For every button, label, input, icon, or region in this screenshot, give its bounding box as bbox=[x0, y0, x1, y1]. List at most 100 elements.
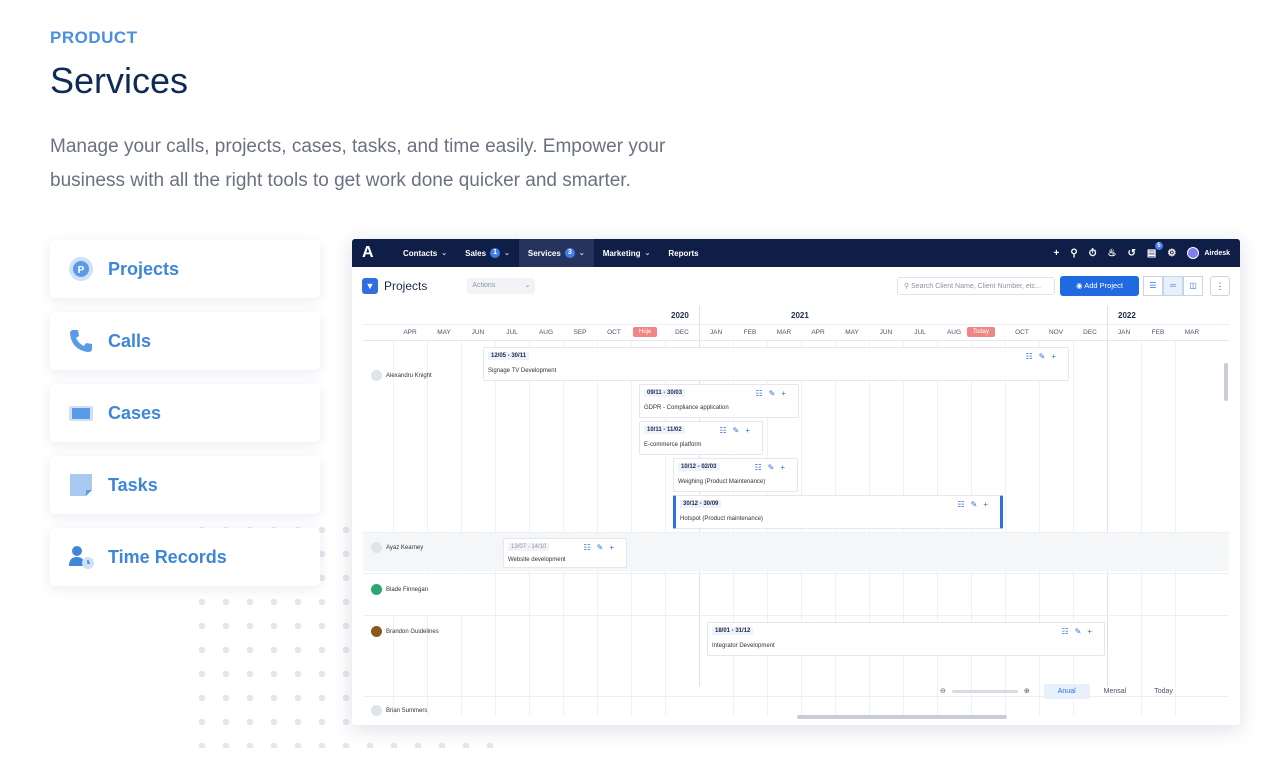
month-label: MAY bbox=[835, 329, 869, 336]
month-label: JAN bbox=[1107, 329, 1141, 336]
nav-services[interactable]: Services3⌄ bbox=[519, 239, 594, 267]
inbox-icon[interactable]: ▤5 bbox=[1147, 248, 1156, 259]
project-bar[interactable]: 18/01 - 31/12Integrator Development☷✎+ bbox=[707, 622, 1105, 656]
avatar bbox=[371, 705, 382, 716]
month-label: MAR bbox=[767, 329, 801, 336]
more-options-button[interactable]: ⋮ bbox=[1210, 276, 1230, 296]
zoom-slider[interactable] bbox=[952, 690, 1018, 693]
zoom-in-icon[interactable]: ⊕ bbox=[1024, 687, 1030, 695]
bar-controls[interactable]: ☷✎+ bbox=[1025, 352, 1062, 361]
feature-tasks[interactable]: Tasks bbox=[50, 456, 320, 514]
gantt-view-button[interactable]: ═ bbox=[1163, 276, 1183, 296]
month-label: APR bbox=[801, 329, 835, 336]
cases-icon bbox=[68, 400, 94, 426]
month-label: FEB bbox=[1141, 329, 1175, 336]
grid-line bbox=[427, 341, 428, 716]
feature-label: Cases bbox=[108, 403, 161, 424]
feature-projects[interactable]: P Projects bbox=[50, 240, 320, 298]
plus-icon[interactable]: + bbox=[1054, 248, 1060, 259]
feature-label: Calls bbox=[108, 331, 151, 352]
grid-line bbox=[1005, 341, 1006, 716]
project-bar[interactable]: 09/11 - 30/03GDPR - Compliance applicati… bbox=[639, 384, 799, 418]
grid-line bbox=[529, 341, 530, 716]
add-project-label: Add Project bbox=[1084, 281, 1123, 290]
month-label: JUN bbox=[869, 329, 903, 336]
list-view-button[interactable]: ☰ bbox=[1143, 276, 1163, 296]
chevron-down-icon: ⌄ bbox=[579, 249, 585, 257]
svg-text:P: P bbox=[78, 265, 85, 276]
search-icon[interactable]: ⚲ bbox=[1070, 248, 1077, 259]
monthly-view-button[interactable]: Mensal bbox=[1090, 684, 1141, 699]
nav-marketing[interactable]: Marketing⌄ bbox=[594, 239, 660, 267]
nav-label: Contacts bbox=[403, 249, 437, 258]
tasks-icon bbox=[68, 472, 94, 498]
section-eyebrow: PRODUCT bbox=[50, 28, 138, 48]
person-row-label[interactable]: Brandon Guidelines bbox=[371, 626, 439, 637]
bell-icon[interactable]: ♨ bbox=[1108, 248, 1117, 259]
feature-time-records[interactable]: Time Records bbox=[50, 528, 320, 586]
avatar bbox=[1187, 247, 1199, 259]
person-name: Brandon Guidelines bbox=[386, 629, 439, 635]
grid-line bbox=[461, 341, 462, 716]
nav-reports[interactable]: Reports bbox=[659, 239, 707, 267]
horizontal-scrollbar[interactable] bbox=[797, 715, 1007, 719]
settings-icon[interactable]: ⚙ bbox=[1167, 248, 1176, 259]
phone-icon bbox=[68, 328, 94, 354]
project-bar[interactable]: 10/12 - 02/03Weighing (Product Maintenan… bbox=[673, 458, 798, 492]
gantt-chart: 2020 2021 2022 APRMAYJUNJULAUGSEPOCTNOVD… bbox=[363, 306, 1229, 716]
timer-icon[interactable]: ⏱ bbox=[1089, 248, 1097, 259]
zoom-out-icon[interactable]: ⊖ bbox=[940, 687, 946, 695]
person-name: Alexandru Knight bbox=[386, 373, 432, 379]
person-row-label[interactable]: Brian Summers bbox=[371, 705, 427, 716]
nav-sales[interactable]: Sales1⌄ bbox=[456, 239, 519, 267]
chevron-down-icon: ⌄ bbox=[504, 249, 510, 257]
bar-controls[interactable]: ☷✎+ bbox=[957, 500, 994, 509]
actions-dropdown[interactable]: Actions⌄ bbox=[467, 278, 535, 294]
today-button[interactable]: Today bbox=[1140, 684, 1187, 699]
airdesk-logo[interactable]: A bbox=[362, 245, 376, 261]
feature-calls[interactable]: Calls bbox=[50, 312, 320, 370]
person-row-label[interactable]: Ayaz Kearney bbox=[371, 542, 423, 553]
count-badge: 3 bbox=[565, 248, 575, 258]
grid-line bbox=[495, 341, 496, 716]
bar-controls[interactable]: ☷✎+ bbox=[754, 463, 791, 472]
month-label: JAN bbox=[699, 329, 733, 336]
bar-controls[interactable]: ☷✎+ bbox=[583, 543, 620, 552]
bar-name: E-commerce platform bbox=[644, 442, 701, 448]
grid-line bbox=[1107, 306, 1108, 686]
history-icon[interactable]: ↺ bbox=[1128, 248, 1136, 259]
search-input[interactable]: ⚲ Search Client Name, Client Number, etc… bbox=[897, 277, 1055, 295]
person-row-label[interactable]: Alexandru Knight bbox=[371, 370, 432, 381]
bar-controls[interactable]: ☷✎+ bbox=[719, 426, 756, 435]
vertical-scrollbar[interactable] bbox=[1224, 363, 1228, 401]
bar-date: 12/05 - 30/11 bbox=[488, 352, 529, 360]
user-menu[interactable]: Airdesk bbox=[1187, 247, 1230, 259]
bar-name: Signage TV Development bbox=[488, 368, 556, 374]
feature-cases[interactable]: Cases bbox=[50, 384, 320, 442]
bar-name: Weighing (Product Maintenance) bbox=[678, 479, 765, 485]
nav-label: Sales bbox=[465, 249, 486, 258]
nav-label: Reports bbox=[668, 249, 698, 258]
project-bar[interactable]: 13/07 - 14/10Website development☷✎+ bbox=[503, 538, 627, 568]
year-label: 2020 bbox=[671, 311, 689, 320]
bar-controls[interactable]: ☷✎+ bbox=[1061, 627, 1098, 636]
project-bar[interactable]: 12/05 - 30/11 Signage TV Development ☷✎+ bbox=[483, 347, 1069, 381]
bar-controls[interactable]: ☷✎+ bbox=[755, 389, 792, 398]
project-bar-selected[interactable]: 30/12 - 30/09Hotspot (Product maintenanc… bbox=[673, 495, 1003, 529]
bar-date: 10/11 - 11/02 bbox=[644, 426, 685, 434]
month-label: AUG bbox=[937, 329, 971, 336]
nav-contacts[interactable]: Contacts⌄ bbox=[394, 239, 456, 267]
month-label: NOV bbox=[1039, 329, 1073, 336]
add-project-button[interactable]: ◉ Add Project bbox=[1060, 276, 1139, 296]
filter-icon[interactable]: ▼ bbox=[362, 278, 378, 294]
month-header: APRMAYJUNJULAUGSEPOCTNOVDECJANFEBMARAPRM… bbox=[363, 325, 1229, 341]
chevron-down-icon: ⌄ bbox=[524, 281, 530, 289]
person-row-label[interactable]: Blade Finnegan bbox=[371, 584, 428, 595]
year-header: 2020 2021 2022 bbox=[363, 306, 1229, 325]
avatar bbox=[371, 542, 382, 553]
board-view-button[interactable]: ◫ bbox=[1183, 276, 1203, 296]
project-bar[interactable]: 10/11 - 11/02 E-commerce platform ☷✎+ bbox=[639, 421, 763, 455]
notification-badge: 5 bbox=[1155, 242, 1163, 250]
bar-name: Integrator Development bbox=[712, 643, 775, 649]
annual-view-button[interactable]: Anual bbox=[1044, 684, 1090, 699]
